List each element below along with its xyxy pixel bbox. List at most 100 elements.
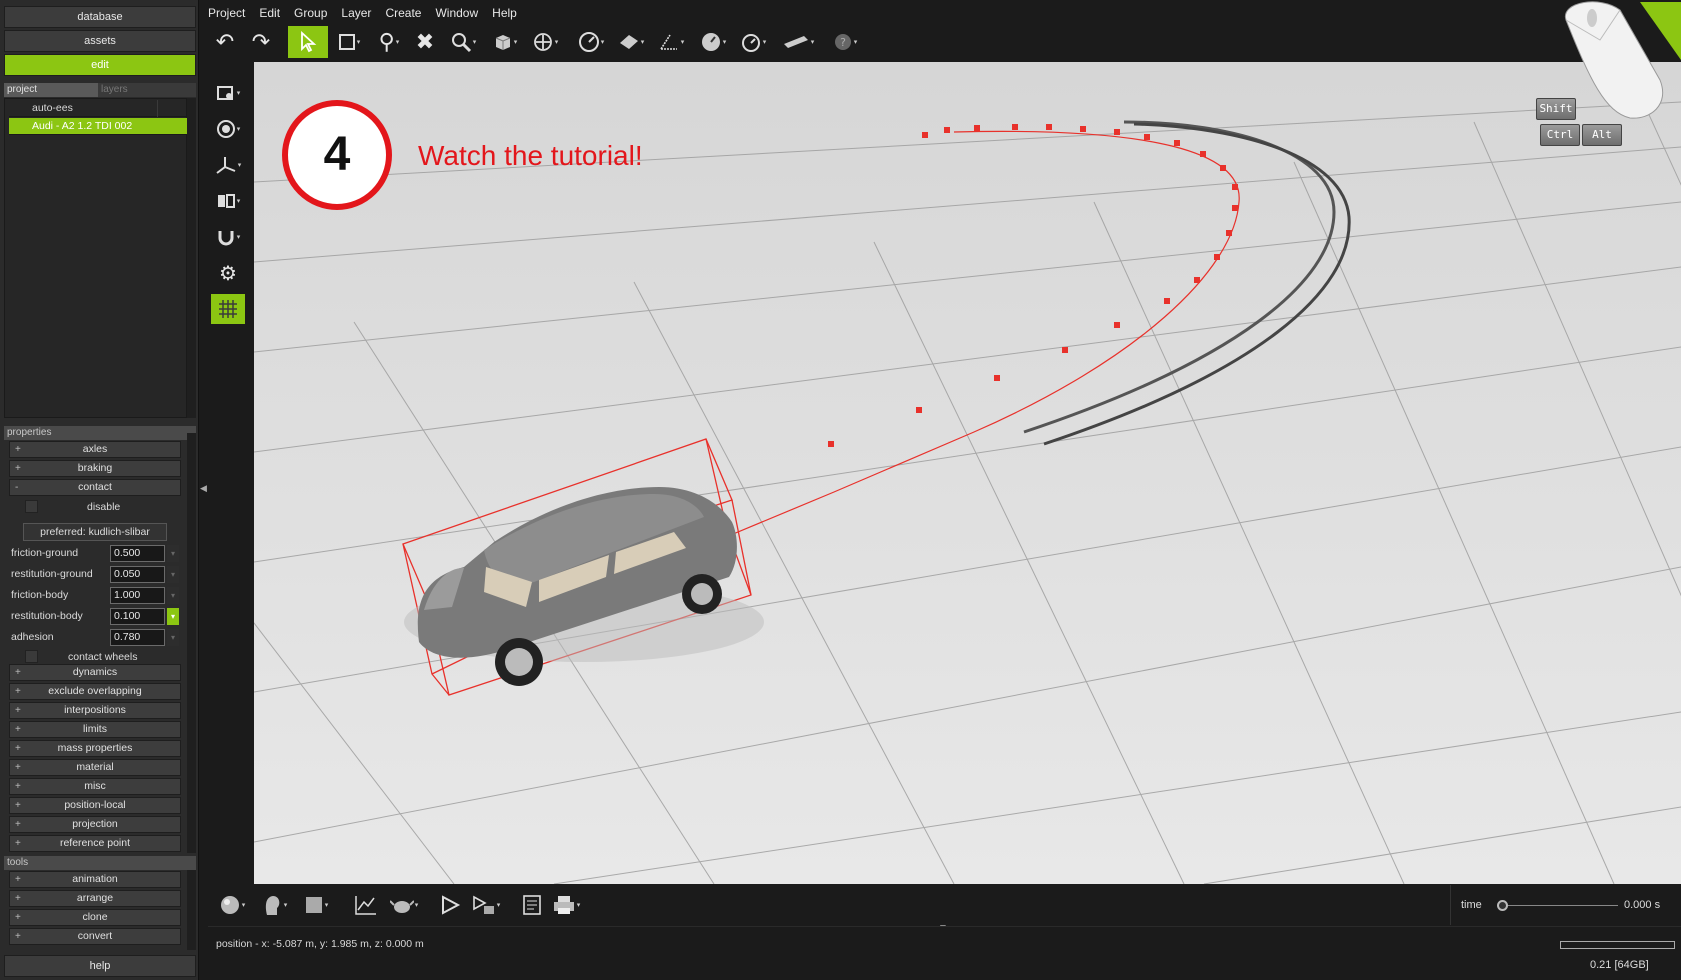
magnet-icon[interactable]: ▾ [211,222,245,252]
measure-icon[interactable]: ▾ [654,26,688,58]
undo-icon[interactable]: ↶ [208,26,242,58]
adhesion-input[interactable]: 0.780 [110,629,165,646]
friction-ground-input[interactable]: 0.500 [110,545,165,562]
camera-icon[interactable]: ▾ [211,78,245,108]
prop-group-misc[interactable]: + misc [9,778,181,795]
edit-button[interactable]: edit [4,54,196,76]
assets-button[interactable]: assets [4,30,196,52]
expand-icon: + [15,874,21,885]
prop-group-reference-point[interactable]: + reference point [9,835,181,852]
contact-wheels-checkbox[interactable] [25,650,38,663]
sphere-icon[interactable]: ▾ [214,889,250,921]
zoom-icon[interactable]: ▾ [446,26,480,58]
prop-group-label: interpositions [64,704,126,716]
collapse-icon: - [15,482,19,493]
cube-view-icon[interactable]: ▾ [488,26,522,58]
restitution-ground-input[interactable]: 0.050 [110,566,165,583]
memory-bar [1560,941,1675,949]
prop-group-axles[interactable]: + axles [9,441,181,458]
prop-group-material[interactable]: + material [9,759,181,776]
expand-icon: + [15,686,21,697]
menu-help[interactable]: Help [492,4,517,22]
menu-edit[interactable]: Edit [259,4,280,22]
gauge-icon[interactable]: ▾ [574,26,608,58]
play-icon[interactable] [432,889,468,921]
teapot-icon[interactable]: ▾ [386,889,422,921]
move-icon[interactable]: ▾ [528,26,562,58]
gears-icon[interactable]: ⚙ [211,258,245,288]
prop-group-exclude-overlapping[interactable]: + exclude overlapping [9,683,181,700]
dropdown-arrow-icon[interactable]: ▾ [167,545,179,562]
print-icon[interactable]: ▾ [548,889,584,921]
report-icon[interactable] [514,889,550,921]
prop-group-projection[interactable]: + projection [9,816,181,833]
prop-group-mass-properties[interactable]: + mass properties [9,740,181,757]
prop-group-label: contact [78,481,112,493]
dropdown-arrow-icon[interactable]: ▾ [167,629,179,646]
preferred-model-button[interactable]: preferred: kudlich-slibar [23,523,167,541]
tab-project[interactable]: project [4,83,98,97]
time-slider-handle[interactable] [1497,900,1508,911]
dial-icon[interactable]: ▾ [696,26,730,58]
help-circle-icon[interactable]: ? ▾ [828,26,862,58]
prop-group-dynamics[interactable]: + dynamics [9,664,181,681]
disable-checkbox[interactable] [25,500,38,513]
tool-clone[interactable]: + clone [9,909,181,926]
menu-group[interactable]: Group [294,4,327,22]
expand-icon: + [15,463,21,474]
tab-layers[interactable]: layers [98,83,192,97]
dropdown-arrow-icon[interactable]: ▾ [167,587,179,604]
properties-scrollbar[interactable] [187,433,196,853]
stopwatch-icon[interactable]: ▾ [736,26,770,58]
panel-tabs: project layers [4,83,196,97]
menu-layer[interactable]: Layer [341,4,371,22]
tool-label: convert [77,930,113,942]
pin-icon[interactable]: ⚲ ▾ [372,26,406,58]
tree-item-audi[interactable]: Audi - A2 1.2 TDI 002 [9,118,187,135]
disable-label: disable [87,501,121,513]
menu-window[interactable]: Window [435,4,478,22]
prop-group-position-local[interactable]: + position-local [9,797,181,814]
database-button[interactable]: database [4,6,196,28]
tool-convert[interactable]: + convert [9,928,181,945]
prop-group-contact[interactable]: - contact [9,479,181,496]
tool-arrange[interactable]: + arrange [9,890,181,907]
help-button[interactable]: help [4,955,196,977]
time-slider-track[interactable] [1501,905,1618,906]
dropdown-arrow-icon[interactable]: ▾ [167,566,179,583]
plane-icon[interactable]: ▾ [614,26,648,58]
tool-label: arrange [76,892,114,904]
menu-project[interactable]: Project [208,4,245,22]
restitution-body-input[interactable]: 0.100 [110,608,165,625]
menu-create[interactable]: Create [385,4,421,22]
tutorial-callout[interactable]: Watch the tutorial! [418,140,643,172]
prop-group-limits[interactable]: + limits [9,721,181,738]
square-icon[interactable]: ▾ [298,889,334,921]
ruler-icon[interactable]: ▾ [778,26,818,58]
redo-icon[interactable]: ↷ [244,26,278,58]
field-label: friction-ground [11,547,79,559]
tree-scrollbar[interactable] [187,98,196,418]
split-view-icon[interactable]: ▾ [211,186,245,216]
prop-group-interpositions[interactable]: + interpositions [9,702,181,719]
grid-icon[interactable] [211,294,245,324]
time-value: 0.000 s [1624,899,1661,911]
3d-viewport[interactable] [254,62,1681,884]
target-icon[interactable]: ▾ [211,114,245,144]
expand-icon: + [15,838,21,849]
delete-icon[interactable]: ✖ [408,26,442,58]
selection-box-icon[interactable]: ▾ [332,26,366,58]
graph-icon[interactable] [348,889,384,921]
friction-body-input[interactable]: 1.000 [110,587,165,604]
axes-icon[interactable]: ▾ [211,150,245,180]
collapse-left-icon[interactable]: ◀ [200,483,208,503]
head-icon[interactable]: ▾ [256,889,292,921]
play-settings-icon[interactable]: ▾ [468,889,504,921]
dropdown-arrow-icon[interactable]: ▾ [167,608,179,625]
tools-scrollbar[interactable] [187,870,196,950]
prop-group-braking[interactable]: + braking [9,460,181,477]
tool-animation[interactable]: + animation [9,871,181,888]
left-panel: database assets edit project layers auto-… [0,0,199,980]
select-arrow-icon[interactable] [288,26,328,58]
tree-item-auto-ees[interactable]: auto-ees [9,100,187,117]
